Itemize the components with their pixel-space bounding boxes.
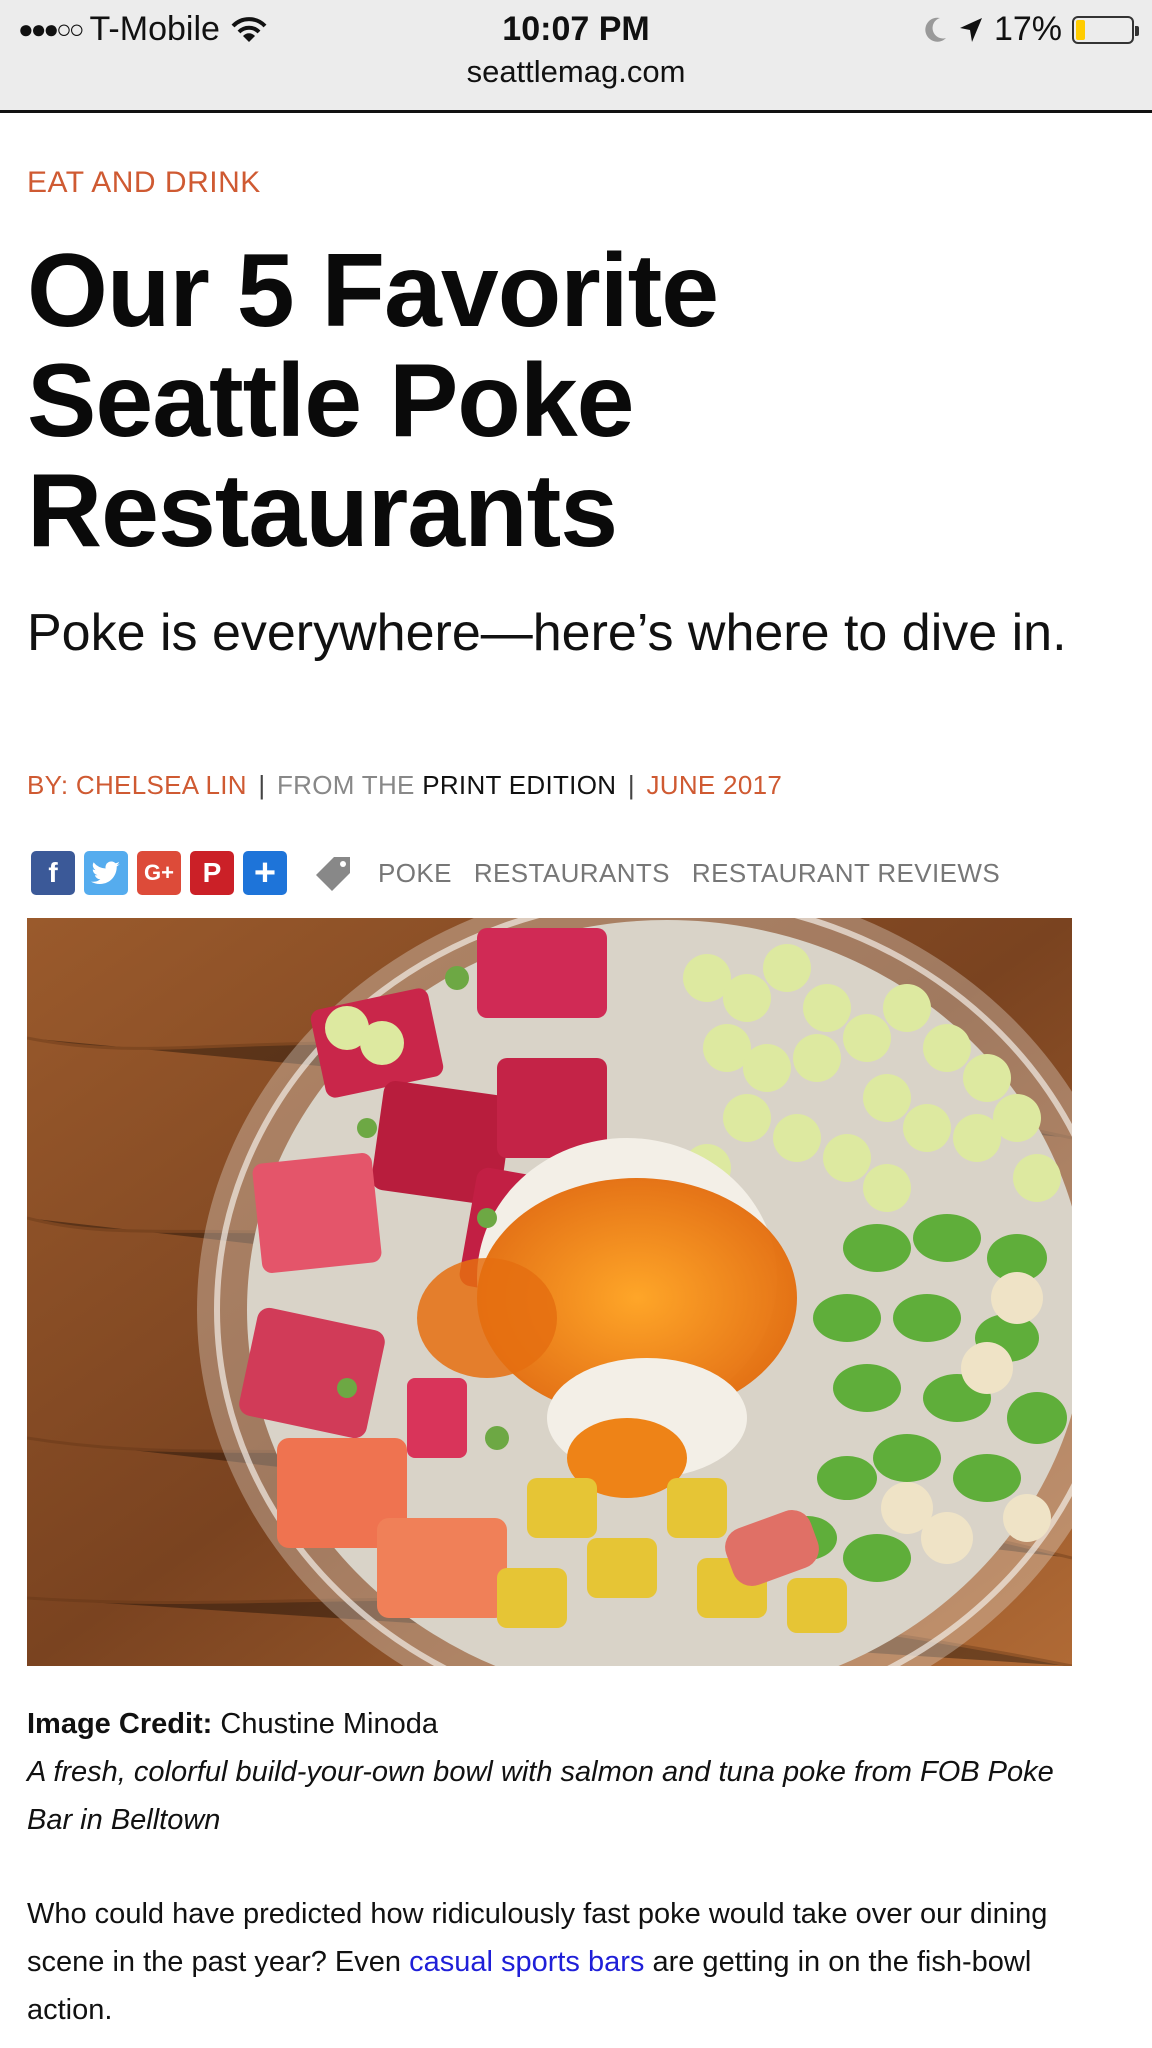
headline-line: Seattle Poke	[27, 343, 635, 459]
byline-label: BY:	[27, 770, 69, 800]
battery-level	[1076, 19, 1085, 40]
google-plus-share-button[interactable]: G+	[137, 851, 181, 895]
image-credit-name: Chustine Minoda	[220, 1708, 439, 1740]
image-caption: Image Credit: Chustine Minoda A fresh, c…	[27, 1700, 1087, 1844]
headline-line: Restaurants	[27, 453, 618, 569]
pinterest-share-button[interactable]: P	[190, 851, 234, 895]
moon-icon	[925, 17, 946, 42]
twitter-share-button[interactable]	[84, 851, 128, 895]
status-icons: 17%	[922, 10, 1139, 49]
plus-icon: +	[253, 851, 277, 894]
battery-percent: 17%	[993, 10, 1062, 48]
article-headline: Our 5 Favorite Seattle Poke Restaurants	[27, 236, 1027, 566]
status-bar: ●●●○○ T-Mobile 10:07 PM 17% seattlemag.c…	[0, 0, 1152, 113]
address-bar-url[interactable]: seattlemag.com	[0, 54, 1152, 90]
add-share-button[interactable]: +	[243, 851, 287, 895]
google-plus-icon: G+	[144, 860, 174, 885]
article-category[interactable]: EAT AND DRINK	[27, 166, 261, 200]
twitter-icon	[91, 861, 120, 885]
facebook-share-button[interactable]: f	[31, 851, 75, 895]
share-and-tags-row: f G+ P + POKE RESTAURANTS RESTAURANT REV…	[31, 850, 1000, 896]
facebook-icon: f	[48, 857, 58, 888]
edition-label: PRINT EDITION	[422, 770, 617, 800]
tag-restaurants[interactable]: RESTAURANTS	[474, 858, 670, 889]
issue-date-link[interactable]: JUNE 2017	[646, 770, 782, 800]
tag-icon	[316, 857, 350, 891]
byline: BY: CHELSEA LIN | FROM THE PRINT EDITION…	[27, 770, 783, 800]
article-body-paragraph: Who could have predicted how ridiculousl…	[27, 1890, 1087, 2034]
from-label: FROM THE	[276, 770, 415, 800]
tag-poke[interactable]: POKE	[378, 858, 452, 889]
poke-bowl-photo	[27, 918, 1072, 1666]
battery-icon	[1072, 15, 1139, 44]
tag-restaurant-reviews[interactable]: RESTAURANT REVIEWS	[692, 858, 1000, 889]
casual-sports-bars-link[interactable]: casual sports bars	[409, 1946, 644, 1978]
image-credit-label: Image Credit:	[27, 1708, 213, 1740]
caption-text: A fresh, colorful build-your-own bowl wi…	[27, 1756, 1054, 1836]
pinterest-icon: P	[202, 857, 222, 888]
location-arrow-icon	[959, 17, 982, 42]
image-credit: Image Credit: Chustine Minoda	[27, 1700, 1087, 1748]
headline-line: Our 5 Favorite	[27, 233, 719, 349]
article-dek: Poke is everywhere—here’s where to dive …	[27, 604, 1067, 662]
author-link[interactable]: CHELSEA LIN	[76, 770, 247, 800]
